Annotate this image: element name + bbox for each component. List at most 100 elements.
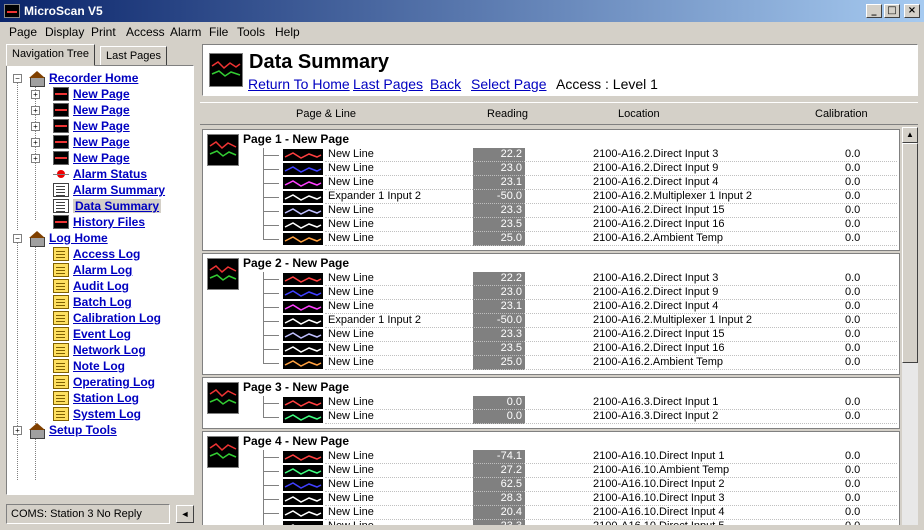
expand-icon[interactable]: +	[31, 106, 40, 115]
tree-item[interactable]: Access Log	[7, 246, 193, 262]
tree-item[interactable]: + New Page	[7, 150, 193, 166]
tree-item-label[interactable]: Calibration Log	[73, 311, 161, 325]
app-icon[interactable]	[4, 4, 20, 18]
tree-item[interactable]: System Log	[7, 406, 193, 422]
table-row[interactable]: New Line 62.5 2100-A16.10.Direct Input 2 0.…	[203, 478, 899, 492]
tree-item[interactable]: + New Page	[7, 118, 193, 134]
table-row[interactable]: Expander 1 Input 2 -50.0 2100-A16.2.Multip…	[203, 314, 899, 328]
vertical-scrollbar[interactable]: ▲	[902, 127, 918, 525]
tree-item-label[interactable]: Log Home	[49, 231, 108, 245]
tree-item[interactable]: Note Log	[7, 358, 193, 374]
table-row[interactable]: New Line 23.0 2100-A16.2.Direct Input 9 0.0	[203, 286, 899, 300]
tree-item-label[interactable]: Recorder Home	[49, 71, 138, 85]
scroll-thumb[interactable]	[902, 143, 918, 363]
tree-item-label[interactable]: History Files	[73, 215, 145, 229]
tree-item-label[interactable]: Network Log	[73, 343, 146, 357]
tree-item[interactable]: Batch Log	[7, 294, 193, 310]
tree-item[interactable]: Audit Log	[7, 278, 193, 294]
tree-item-label[interactable]: Setup Tools	[49, 423, 117, 437]
table-row[interactable]: New Line 0.0 2100-A16.3.Direct Input 2 0.0	[203, 410, 899, 424]
menu-alarm[interactable]: Alarm	[170, 25, 201, 39]
expand-icon[interactable]: +	[31, 90, 40, 99]
page-group-title[interactable]: Page 4 - New Page	[243, 434, 349, 448]
tree-item-label[interactable]: Alarm Summary	[73, 183, 165, 197]
table-row[interactable]: New Line 23.3 2100-A16.2.Direct Input 15 0.…	[203, 328, 899, 342]
tree-item-label[interactable]: Data Summary	[73, 199, 162, 213]
col-location[interactable]: Location	[618, 108, 660, 120]
table-row[interactable]: New Line 28.3 2100-A16.10.Direct Input 3 0.…	[203, 492, 899, 506]
last-pages-link[interactable]: Last Pages	[353, 76, 423, 92]
tree-item[interactable]: + New Page	[7, 134, 193, 150]
tab-navigation-tree[interactable]: Navigation Tree	[6, 44, 96, 66]
tree-item-label[interactable]: Alarm Log	[73, 263, 132, 277]
tree-item[interactable]: − Recorder Home	[7, 70, 193, 87]
table-row[interactable]: New Line 23.3 2100-A16.10.Direct Input 5 0.…	[203, 520, 899, 525]
menu-access[interactable]: Access	[126, 25, 165, 39]
table-row[interactable]: New Line 27.2 2100-A16.10.Ambient Temp 0.0	[203, 464, 899, 478]
scroll-up-arrow[interactable]: ▲	[902, 127, 918, 143]
col-reading[interactable]: Reading	[487, 108, 528, 120]
minimize-button[interactable]: _	[866, 4, 882, 18]
tab-last-pages[interactable]: Last Pages	[100, 46, 168, 66]
tree-item[interactable]: Network Log	[7, 342, 193, 358]
tree-item-label[interactable]: System Log	[73, 407, 141, 421]
tree-item[interactable]: Alarm Status	[7, 166, 193, 182]
expand-icon[interactable]: +	[13, 426, 22, 435]
tree-item[interactable]: + New Page	[7, 86, 193, 102]
tree-item[interactable]: − Log Home	[7, 230, 193, 247]
close-button[interactable]: ×	[904, 4, 920, 18]
tree-item[interactable]: Calibration Log	[7, 310, 193, 326]
return-home-link[interactable]: Return To Home	[248, 76, 350, 92]
tree-item-label[interactable]: New Page	[73, 103, 130, 117]
table-row[interactable]: New Line 25.0 2100-A16.2.Ambient Temp 0.0	[203, 232, 899, 246]
expand-icon[interactable]: +	[31, 138, 40, 147]
tree-item-label[interactable]: Alarm Status	[73, 167, 147, 181]
table-row[interactable]: New Line 23.1 2100-A16.2.Direct Input 4 0.0	[203, 300, 899, 314]
tree-item-label[interactable]: Note Log	[73, 359, 125, 373]
tree-item[interactable]: Data Summary	[7, 198, 193, 214]
table-row[interactable]: New Line 22.2 2100-A16.2.Direct Input 3 0.0	[203, 148, 899, 162]
tree-item-label[interactable]: New Page	[73, 151, 130, 165]
table-row[interactable]: New Line 22.2 2100-A16.2.Direct Input 3 0.0	[203, 272, 899, 286]
expand-icon[interactable]: +	[31, 154, 40, 163]
tree-item[interactable]: Operating Log	[7, 374, 193, 390]
tree-item[interactable]: + Setup Tools	[7, 422, 193, 439]
tree-item[interactable]: Event Log	[7, 326, 193, 342]
table-row[interactable]: New Line -74.1 2100-A16.10.Direct Input 1 0…	[203, 450, 899, 464]
table-row[interactable]: New Line 23.0 2100-A16.2.Direct Input 9 0.0	[203, 162, 899, 176]
menu-file[interactable]: File	[209, 25, 228, 39]
table-row[interactable]: New Line 23.5 2100-A16.2.Direct Input 16 0.…	[203, 342, 899, 356]
menu-print[interactable]: Print	[91, 25, 116, 39]
expand-icon[interactable]: +	[31, 122, 40, 131]
table-row[interactable]: New Line 23.3 2100-A16.2.Direct Input 15 0.…	[203, 204, 899, 218]
collapse-icon[interactable]: −	[13, 234, 22, 243]
page-group-title[interactable]: Page 3 - New Page	[243, 380, 349, 394]
tree-item[interactable]: Alarm Log	[7, 262, 193, 278]
col-page-line[interactable]: Page & Line	[296, 108, 356, 120]
tree-item[interactable]: Alarm Summary	[7, 182, 193, 198]
select-page-link[interactable]: Select Page	[471, 76, 547, 92]
table-row[interactable]: New Line 23.5 2100-A16.2.Direct Input 16 0.…	[203, 218, 899, 232]
tree-item-label[interactable]: New Page	[73, 119, 130, 133]
table-row[interactable]: New Line 25.0 2100-A16.2.Ambient Temp 0.0	[203, 356, 899, 370]
col-calibration[interactable]: Calibration	[815, 108, 868, 120]
tree-item[interactable]: Station Log	[7, 390, 193, 406]
tree-item[interactable]: History Files	[7, 214, 193, 230]
page-group-title[interactable]: Page 1 - New Page	[243, 132, 349, 146]
tree-item-label[interactable]: Batch Log	[73, 295, 132, 309]
table-row[interactable]: New Line 23.1 2100-A16.2.Direct Input 4 0.0	[203, 176, 899, 190]
tree-item-label[interactable]: New Page	[73, 135, 130, 149]
collapse-panel-button[interactable]: ◄	[176, 505, 194, 523]
collapse-icon[interactable]: −	[13, 74, 22, 83]
tree-item-label[interactable]: New Page	[73, 87, 130, 101]
tree-item[interactable]: + New Page	[7, 102, 193, 118]
tree-item-label[interactable]: Station Log	[73, 391, 139, 405]
maximize-button[interactable]: □	[884, 4, 900, 18]
table-row[interactable]: New Line 0.0 2100-A16.3.Direct Input 1 0.0	[203, 396, 899, 410]
back-link[interactable]: Back	[430, 76, 461, 92]
table-row[interactable]: Expander 1 Input 2 -50.0 2100-A16.2.Multip…	[203, 190, 899, 204]
tree-item-label[interactable]: Access Log	[73, 247, 140, 261]
menu-display[interactable]: Display	[45, 25, 84, 39]
menu-tools[interactable]: Tools	[237, 25, 265, 39]
tree-item-label[interactable]: Audit Log	[73, 279, 129, 293]
